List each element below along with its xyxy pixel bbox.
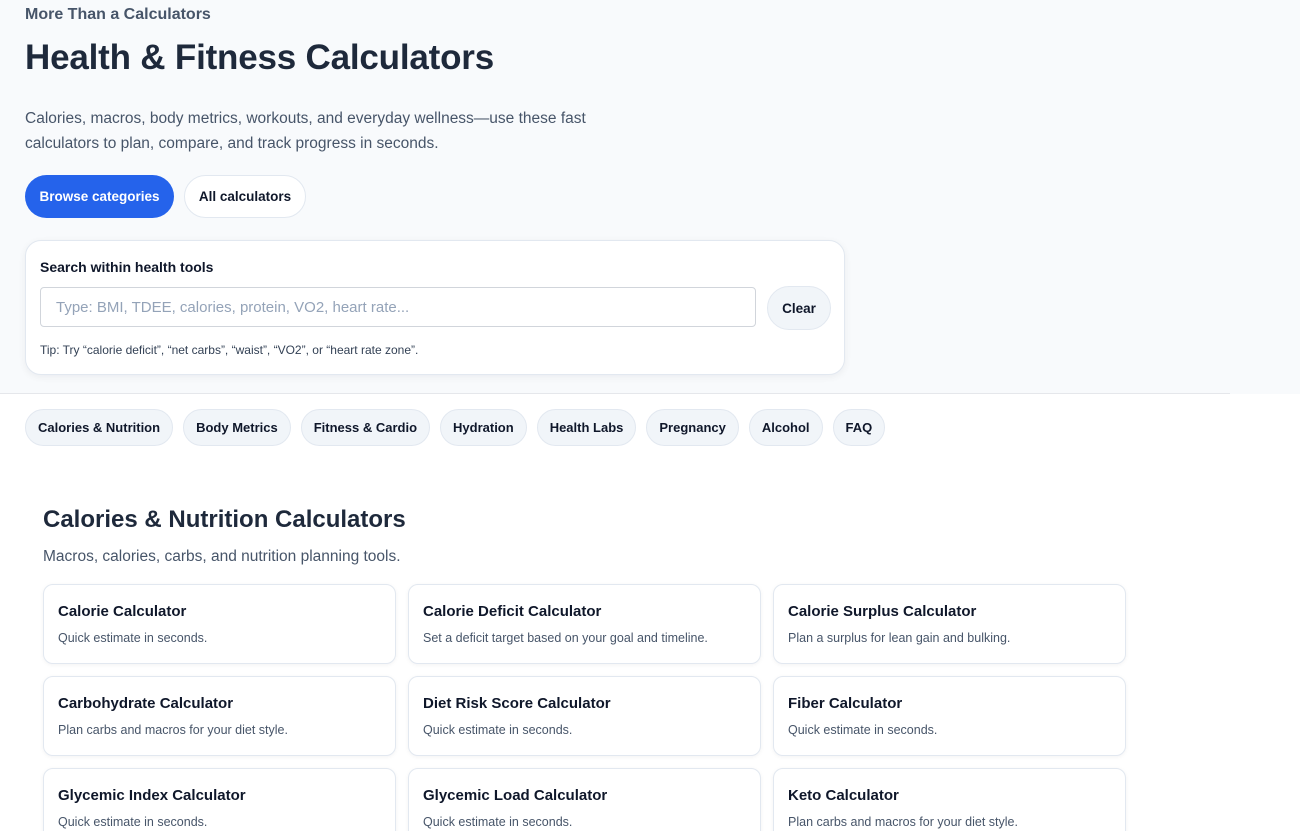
- card-description: Quick estimate in seconds.: [423, 815, 573, 829]
- calculator-card[interactable]: Fiber Calculator Quick estimate in secon…: [773, 676, 1126, 756]
- search-card: Search within health tools Clear Tip: Tr…: [25, 240, 845, 375]
- card-title: Calorie Calculator: [58, 603, 187, 620]
- search-input[interactable]: [40, 287, 756, 327]
- card-description: Plan carbs and macros for your diet styl…: [788, 815, 1018, 829]
- card-description: Quick estimate in seconds.: [788, 723, 938, 737]
- section-title: Calories & Nutrition Calculators: [43, 506, 406, 533]
- category-chip-body-metrics[interactable]: Body Metrics: [183, 409, 291, 446]
- calculator-card[interactable]: Keto Calculator Plan carbs and macros fo…: [773, 768, 1126, 831]
- card-title: Keto Calculator: [788, 787, 899, 804]
- browse-categories-button[interactable]: Browse categories: [25, 175, 174, 218]
- section-description: Macros, calories, carbs, and nutrition p…: [43, 548, 401, 565]
- calculator-card[interactable]: Diet Risk Score Calculator Quick estimat…: [408, 676, 761, 756]
- card-description: Set a deficit target based on your goal …: [423, 631, 708, 645]
- hero-kicker: More Than a Calculators: [25, 6, 211, 23]
- search-tip: Tip: Try “calorie deficit”, “net carbs”,…: [40, 343, 419, 357]
- card-description: Quick estimate in seconds.: [58, 815, 208, 829]
- search-label: Search within health tools: [40, 259, 214, 275]
- card-title: Glycemic Index Calculator: [58, 787, 246, 804]
- card-title: Glycemic Load Calculator: [423, 787, 608, 804]
- card-title: Calorie Surplus Calculator: [788, 603, 977, 620]
- category-chip-pregnancy[interactable]: Pregnancy: [646, 409, 739, 446]
- calculator-card[interactable]: Carbohydrate Calculator Plan carbs and m…: [43, 676, 396, 756]
- card-title: Calorie Deficit Calculator: [423, 603, 602, 620]
- card-description: Plan carbs and macros for your diet styl…: [58, 723, 288, 737]
- card-description: Quick estimate in seconds.: [58, 631, 208, 645]
- calculator-grid: Calorie Calculator Quick estimate in sec…: [43, 584, 1126, 831]
- hero-subtitle: Calories, macros, body metrics, workouts…: [25, 110, 586, 152]
- category-chip-faq[interactable]: FAQ: [832, 409, 886, 446]
- card-description: Plan a surplus for lean gain and bulking…: [788, 631, 1011, 645]
- category-chip-alcohol[interactable]: Alcohol: [748, 409, 823, 446]
- calculator-card[interactable]: Glycemic Index Calculator Quick estimate…: [43, 768, 396, 831]
- all-calculators-button[interactable]: All calculators: [184, 175, 306, 218]
- card-title: Diet Risk Score Calculator: [423, 695, 611, 712]
- calculator-card[interactable]: Calorie Surplus Calculator Plan a surplu…: [773, 584, 1126, 664]
- page-title: Health & Fitness Calculators: [25, 38, 494, 77]
- category-nav: Calories & Nutrition Body Metrics Fitnes…: [25, 409, 886, 446]
- card-description: Quick estimate in seconds.: [423, 723, 573, 737]
- divider: [0, 393, 1230, 394]
- page: More Than a Calculators Health & Fitness…: [0, 0, 1300, 831]
- category-chip-fitness-cardio[interactable]: Fitness & Cardio: [300, 409, 431, 446]
- card-title: Fiber Calculator: [788, 695, 903, 712]
- category-chip-health-labs[interactable]: Health Labs: [536, 409, 637, 446]
- category-chip-calories-nutrition[interactable]: Calories & Nutrition: [25, 409, 174, 446]
- clear-button[interactable]: Clear: [767, 286, 831, 330]
- calculator-card[interactable]: Glycemic Load Calculator Quick estimate …: [408, 768, 761, 831]
- category-chip-hydration[interactable]: Hydration: [440, 409, 527, 446]
- card-title: Carbohydrate Calculator: [58, 695, 234, 712]
- calculator-card[interactable]: Calorie Calculator Quick estimate in sec…: [43, 584, 396, 664]
- calculator-card[interactable]: Calorie Deficit Calculator Set a deficit…: [408, 584, 761, 664]
